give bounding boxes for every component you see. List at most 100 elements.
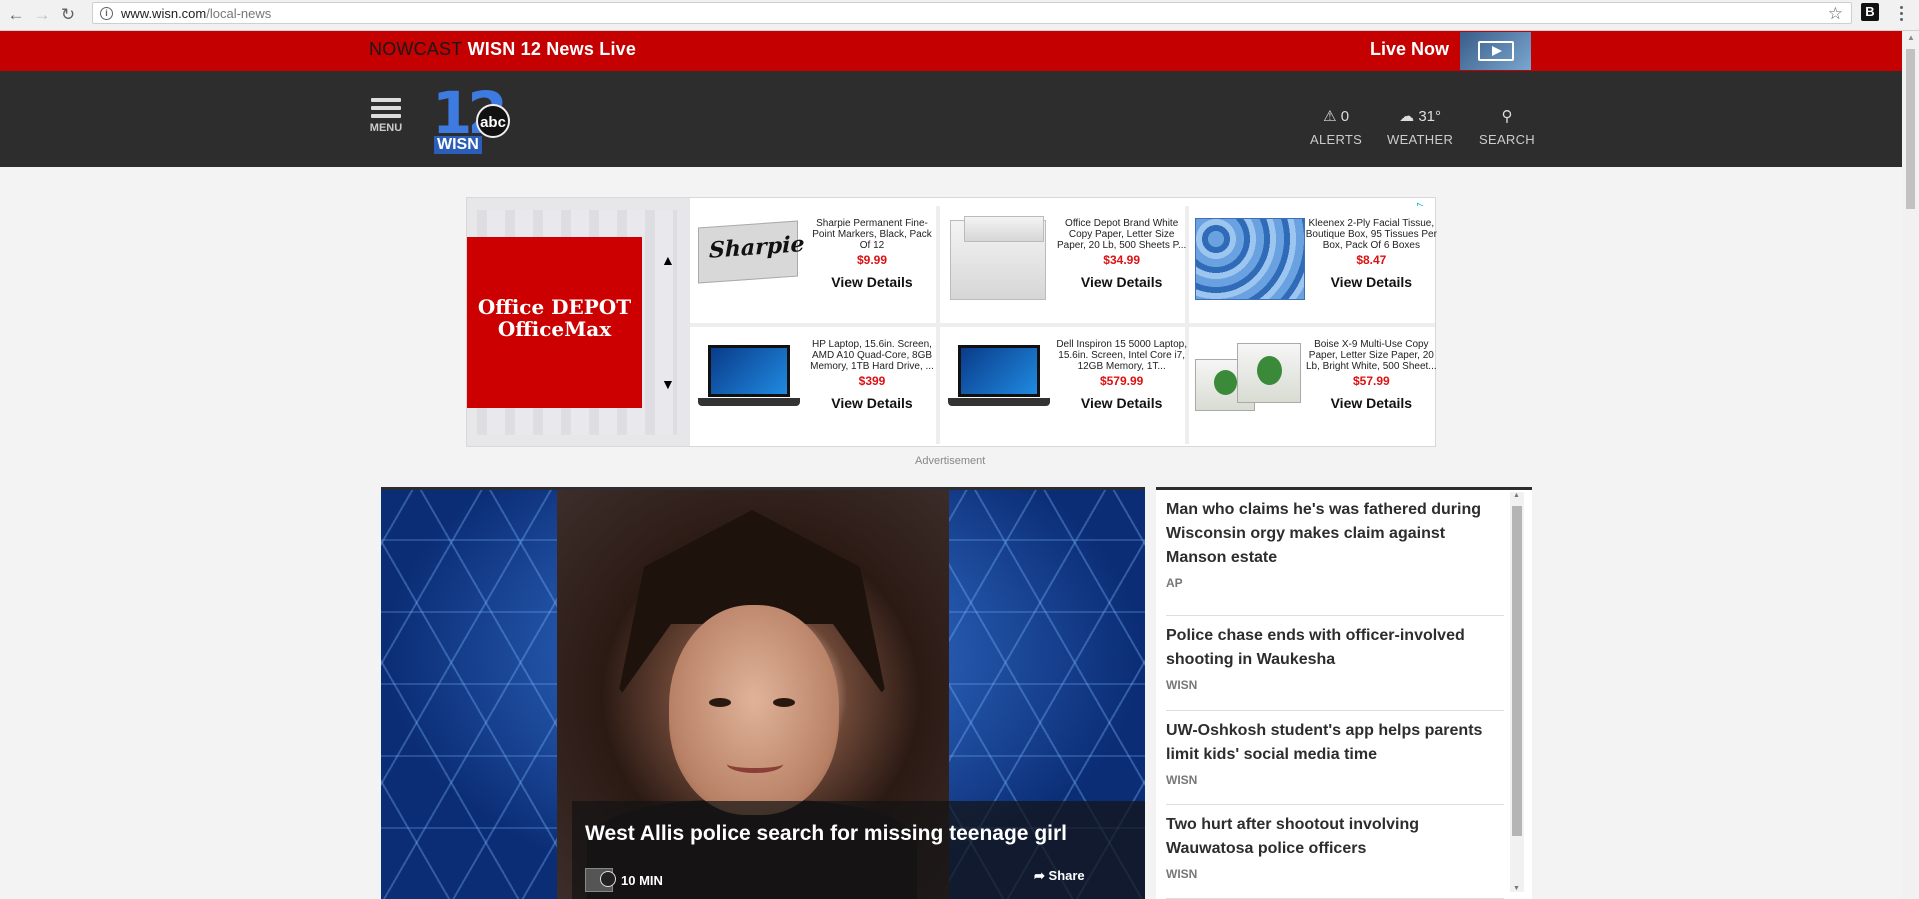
- search-button[interactable]: ⚲ SEARCH: [1479, 108, 1535, 148]
- list-item[interactable]: Police chase ends with officer-involved …: [1166, 616, 1504, 711]
- product-name: Office Depot Brand White Copy Paper, Let…: [1056, 218, 1187, 250]
- product-price: $399: [858, 374, 886, 388]
- ad-product[interactable]: Dell Inspiron 15 5000 Laptop, 15.6in. Sc…: [939, 327, 1188, 444]
- station-logo-icon: [585, 868, 616, 892]
- side-story-list[interactable]: Man who claims he's was fathered during …: [1156, 487, 1532, 899]
- reload-icon[interactable]: ↻: [56, 3, 80, 27]
- product-price: $34.99: [1103, 253, 1140, 267]
- product-image[interactable]: [944, 214, 1052, 300]
- live-video-thumbnail[interactable]: [1460, 32, 1531, 70]
- nowcast-heading[interactable]: NOWCAST WISN 12 News Live: [369, 39, 636, 60]
- story-headline[interactable]: Police chase ends with officer-involved …: [1166, 624, 1504, 672]
- story-source: WISN: [1166, 678, 1198, 692]
- list-item[interactable]: Two hurt after shootout involving Wauwat…: [1166, 805, 1504, 899]
- menu-button[interactable]: MENU: [369, 98, 403, 134]
- view-details-link[interactable]: View Details: [1305, 274, 1437, 290]
- site-header: MENU 12 abc WISN ⚠ 0 ALERTS ☁ 31° WEATHE…: [0, 71, 1902, 167]
- view-details-link[interactable]: View Details: [806, 274, 938, 290]
- alerts-count: 0: [1340, 108, 1350, 125]
- share-label: Share: [1048, 868, 1085, 883]
- info-icon[interactable]: i: [100, 6, 113, 20]
- forward-arrow-icon[interactable]: →: [30, 3, 54, 27]
- ad-scroll-down-icon[interactable]: ▼: [661, 376, 675, 392]
- ad-product[interactable]: Sharpie Permanent Fine-Point Markers, Bl…: [690, 206, 936, 323]
- alerts-label: ALERTS: [1310, 132, 1363, 147]
- ad-product[interactable]: Boise X-9 Multi-Use Copy Paper, Letter S…: [1189, 327, 1437, 444]
- story-source: WISN: [1166, 867, 1198, 881]
- product-image[interactable]: [1193, 335, 1302, 419]
- story-headline[interactable]: UW-Oshkosh student's app helps parents l…: [1166, 719, 1504, 767]
- view-details-link[interactable]: View Details: [806, 395, 938, 411]
- address-bar[interactable]: i www.wisn.com/local-news ☆: [92, 2, 1852, 24]
- url-text[interactable]: www.wisn.com/local-news: [121, 6, 271, 21]
- ad-product[interactable]: HP Laptop, 15.6in. Screen, AMD A10 Quad-…: [690, 327, 936, 444]
- search-icon: ⚲: [1501, 108, 1513, 125]
- product-image[interactable]: [694, 335, 802, 419]
- weather-temp-row: ☁ 31°: [1387, 109, 1453, 125]
- cloud-sun-icon: ☁: [1399, 108, 1415, 125]
- live-now-link[interactable]: Live Now: [1370, 39, 1449, 60]
- ad-product[interactable]: Kleenex 2-Ply Facial Tissue, Boutique Bo…: [1189, 206, 1437, 323]
- breaking-news-bar[interactable]: NOWCAST WISN 12 News Live Live Now: [0, 31, 1902, 71]
- url-path: /local-news: [206, 5, 272, 21]
- url-host: www.wisn.com: [121, 5, 207, 21]
- product-price: $579.99: [1099, 374, 1144, 388]
- product-image[interactable]: [1193, 214, 1306, 300]
- scroll-up-icon[interactable]: ▲: [1513, 492, 1520, 499]
- product-price: $57.99: [1352, 374, 1390, 388]
- extension-button[interactable]: B: [1861, 3, 1879, 21]
- list-scrollbar[interactable]: ▲ ▼: [1510, 492, 1524, 892]
- featured-story[interactable]: West Allis police search for missing tee…: [381, 487, 1145, 899]
- alerts-count-row: ⚠ 0: [1310, 109, 1362, 125]
- featured-story-title[interactable]: West Allis police search for missing tee…: [585, 822, 1067, 846]
- play-icon: [1477, 41, 1514, 61]
- hamburger-icon: [369, 98, 403, 118]
- story-meta: 10 MIN: [585, 868, 663, 892]
- brand-line-1: Office DEPOT: [477, 295, 632, 319]
- menu-label: MENU: [369, 122, 403, 134]
- browser-toolbar: ← → ↻ i www.wisn.com/local-news ☆ B: [0, 0, 1919, 31]
- weather-button[interactable]: ☁ 31° WEATHER: [1387, 109, 1454, 148]
- list-item[interactable]: Man who claims he's was fathered during …: [1166, 498, 1504, 616]
- page-scrollbar[interactable]: ▲: [1902, 31, 1919, 899]
- product-name: Sharpie Permanent Fine-Point Markers, Bl…: [812, 218, 932, 250]
- brand-line-2: OfficeMax: [497, 317, 612, 341]
- alerts-button[interactable]: ⚠ 0 ALERTS: [1310, 109, 1363, 148]
- product-name: Kleenex 2-Ply Facial Tissue, Boutique Bo…: [1305, 218, 1437, 250]
- share-icon: ➦: [1034, 868, 1045, 883]
- story-headline[interactable]: Two hurt after shootout involving Wauwat…: [1166, 813, 1504, 861]
- product-image[interactable]: [944, 335, 1052, 419]
- ad-brand-panel[interactable]: Office DEPOT OfficeMax ▲ ▼: [467, 198, 690, 446]
- story-source: AP: [1166, 576, 1183, 590]
- product-image[interactable]: [694, 214, 802, 298]
- scroll-up-icon[interactable]: ▲: [1907, 33, 1915, 42]
- office-depot-logo[interactable]: Office DEPOT OfficeMax: [467, 237, 642, 408]
- ad-product[interactable]: Office Depot Brand White Copy Paper, Let…: [939, 206, 1188, 323]
- scrollbar-thumb[interactable]: [1906, 49, 1915, 209]
- product-price: $8.47: [1356, 253, 1387, 267]
- list-item[interactable]: UW-Oshkosh student's app helps parents l…: [1166, 711, 1504, 805]
- wisn-logo[interactable]: 12 abc WISN: [432, 84, 512, 156]
- product-name: Dell Inspiron 15 5000 Laptop, 15.6in. Sc…: [1056, 339, 1187, 371]
- view-details-link[interactable]: View Details: [1056, 274, 1188, 290]
- story-time: 10 MIN: [621, 872, 663, 888]
- logo-text: WISN: [434, 136, 482, 154]
- story-source: WISN: [1166, 773, 1198, 787]
- back-arrow-icon[interactable]: ←: [4, 3, 28, 27]
- weather-temp: 31°: [1418, 108, 1441, 125]
- advertisement-banner[interactable]: Office DEPOT OfficeMax ▲ ▼ ▷ Sharpie Per…: [466, 197, 1437, 447]
- product-price: $9.99: [856, 253, 888, 267]
- story-headline[interactable]: Man who claims he's was fathered during …: [1166, 498, 1504, 570]
- search-label: SEARCH: [1479, 132, 1535, 147]
- scroll-down-icon[interactable]: ▼: [1513, 885, 1520, 892]
- weather-label: WEATHER: [1387, 132, 1454, 147]
- share-button[interactable]: ➦ Share: [1034, 868, 1085, 884]
- star-icon[interactable]: ☆: [1828, 4, 1843, 24]
- browser-menu-icon[interactable]: [1893, 4, 1909, 22]
- view-details-link[interactable]: View Details: [1305, 395, 1437, 411]
- product-name: Boise X-9 Multi-Use Copy Paper, Letter S…: [1306, 339, 1437, 371]
- scrollbar-thumb[interactable]: [1512, 506, 1522, 836]
- ad-scroll-up-icon[interactable]: ▲: [661, 252, 675, 268]
- warning-icon: ⚠: [1323, 108, 1337, 125]
- view-details-link[interactable]: View Details: [1056, 395, 1188, 411]
